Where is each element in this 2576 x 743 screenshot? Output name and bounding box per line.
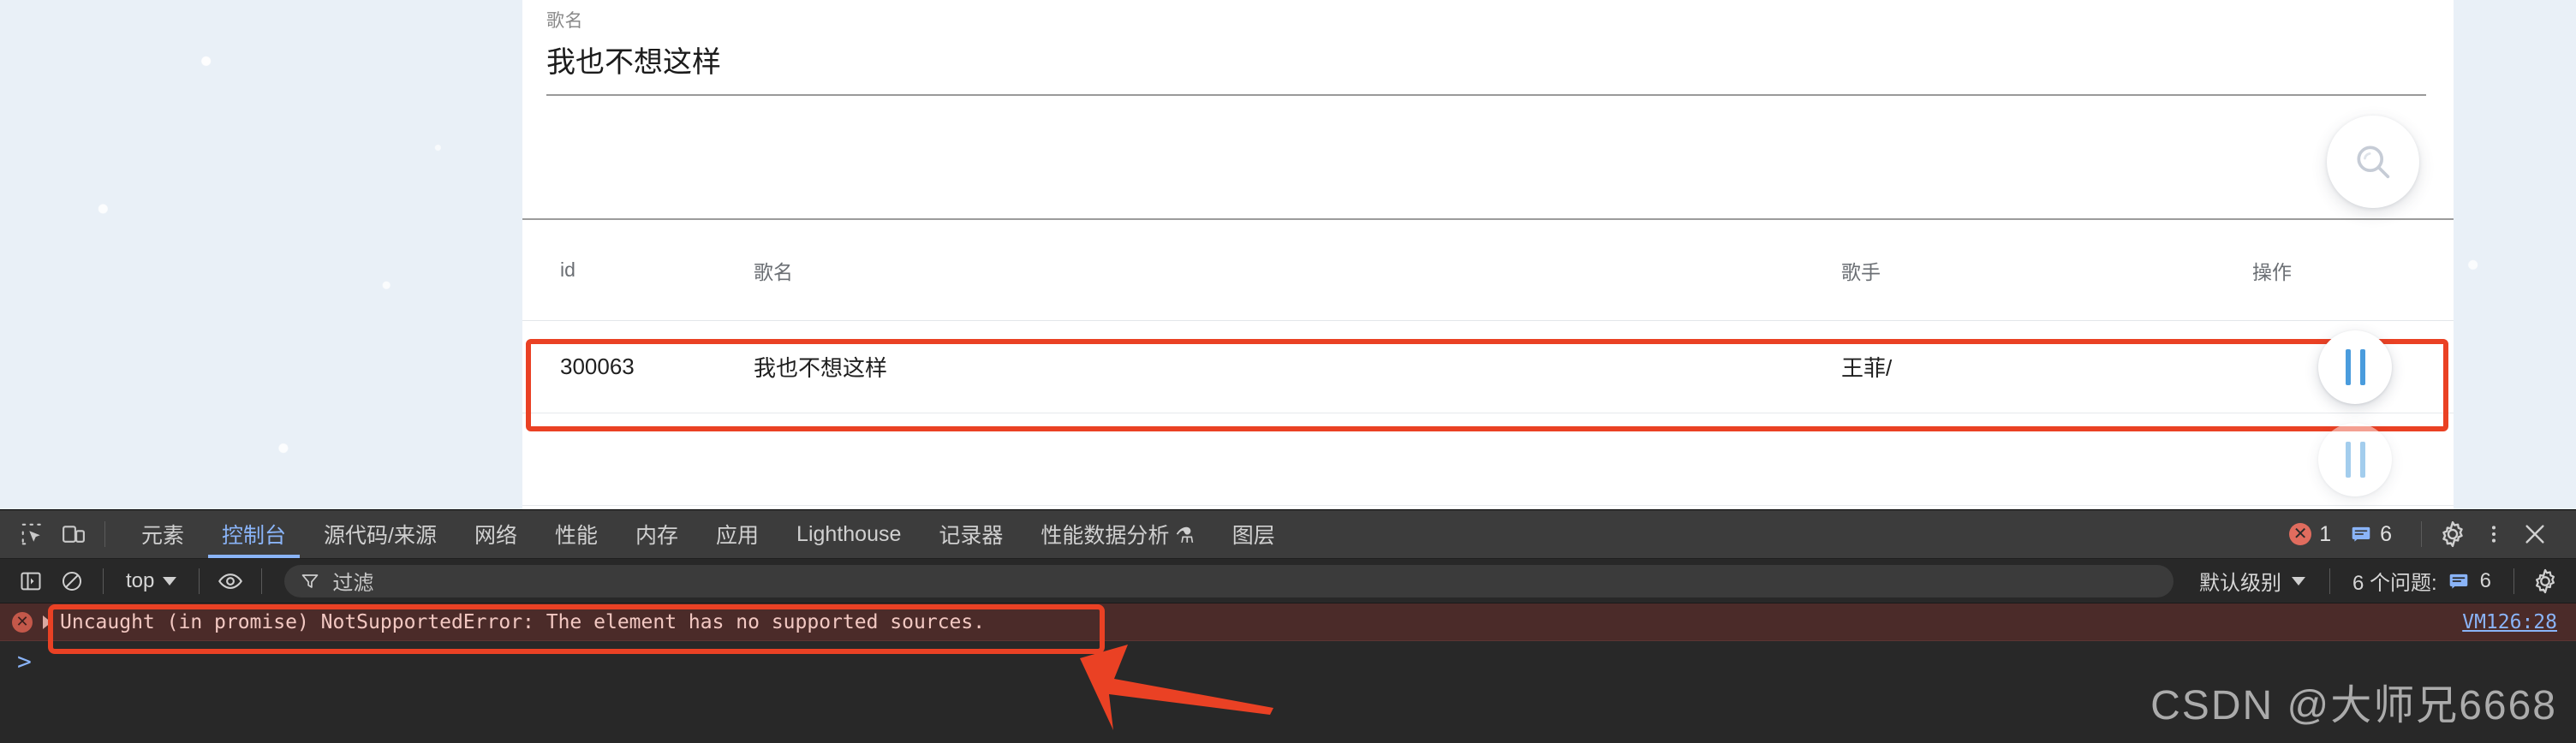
chevron-down-icon-2 [2291,576,2305,585]
console-filter-bar: top 过滤 默认级别 6 个问题: 6 [0,559,2576,603]
tab-network[interactable]: 网络 [456,510,536,558]
song-name-input[interactable]: 我也不想这样 [546,46,2430,94]
song-form: 歌名 我也不想这样 [522,0,2454,218]
search-icon [2357,146,2390,179]
filterbar-divider-1 [103,568,104,594]
tab-console[interactable]: 控制台 [203,510,305,558]
tab-elements[interactable]: 元素 [122,510,203,558]
filterbar-divider-5 [2513,568,2514,594]
log-level-selector[interactable]: 默认级别 [2185,566,2319,596]
pause-icon-bar-right-2 [2359,441,2365,478]
device-toolbar-icon [63,526,85,543]
song-name-label: 歌名 [546,11,583,31]
pause-icon-bar-left-2 [2345,441,2351,478]
inspect-element-icon [21,523,44,545]
cell-song: 我也不想这样 [754,355,888,381]
cell-id: 300063 [560,354,635,379]
clear-console-icon [62,571,82,591]
column-header-singer: 歌手 [1841,260,1881,283]
message-count-value: 6 [2380,521,2392,546]
console-error-entry[interactable]: ✕ Uncaught (in promise) NotSupportedErro… [0,603,2576,641]
console-sidebar-icon [21,572,41,590]
devtools-tabs: 元素 控制台 源代码/来源 网络 性能 内存 应用 Lighthouse 记录器… [122,510,1294,558]
error-icon: ✕ [2289,523,2312,545]
issues-summary[interactable]: 6 个问题: 6 [2340,566,2503,596]
message-icon [2352,526,2370,542]
device-toolbar-button[interactable] [53,515,94,553]
tab-application[interactable]: 应用 [697,510,778,558]
gear-icon-2 [2536,568,2555,593]
console-error-message: Uncaught (in promise) NotSupportedError:… [60,610,986,633]
tab-sources[interactable]: 源代码/来源 [305,510,456,558]
inspect-element-button[interactable] [12,515,53,553]
console-settings-button[interactable] [2525,562,2566,600]
column-header-id: id [560,259,575,281]
table-row-empty[interactable] [522,413,2454,506]
console-error-source-link[interactable]: VM126:28 [2462,611,2557,633]
tab-layers[interactable]: 图层 [1213,510,1294,558]
clear-console-button[interactable] [51,562,92,600]
app-card: 歌名 我也不想这样 id 歌名 歌手 操作 300063 我也不想这样 王菲/ [522,0,2454,509]
pause-button[interactable] [2318,330,2392,404]
filterbar-divider-2 [199,568,200,594]
toolbar-divider-2 [2421,521,2422,547]
search-button[interactable] [2327,116,2419,208]
live-expression-eye-icon [218,573,243,589]
pause-icon-bar-left [2345,348,2351,385]
more-options-icon [2491,526,2496,543]
filterbar-divider-3 [261,568,263,594]
execution-context-selector[interactable]: top [114,569,188,593]
gear-icon [2442,520,2463,548]
live-expression-button[interactable] [210,562,251,600]
devtools-panel: 元素 控制台 源代码/来源 网络 性能 内存 应用 Lighthouse 记录器… [0,509,2576,743]
tab-performance[interactable]: 性能 [536,510,617,558]
close-devtools-button[interactable] [2514,515,2555,553]
input-underline [546,94,2426,97]
toolbar-divider [104,521,105,547]
pause-icon-bar-right [2359,348,2365,385]
console-filter-placeholder: 过滤 [332,572,374,595]
console-prompt-caret: > [17,646,32,675]
cell-singer: 王菲/ [1841,355,1893,381]
execution-context-value: top [126,568,155,592]
more-options-button[interactable] [2473,515,2514,553]
expand-triangle-icon[interactable] [43,615,51,629]
watermark: CSDN @大师兄6668 [2150,683,2557,728]
column-header-action: 操作 [2252,260,2292,283]
table-header-row: id 歌名 歌手 操作 [522,220,2454,321]
chevron-down-icon [163,576,177,585]
tab-performance-insights[interactable]: 性能数据分析 ⚗ [1022,510,1213,558]
error-count-badge[interactable]: ✕ 1 [2289,522,2331,547]
table-row[interactable]: 300063 我也不想这样 王菲/ [522,321,2454,413]
toolbar-right-group: ✕ 1 6 [2289,515,2564,553]
filterbar-divider-4 [2329,568,2330,594]
console-filter-input[interactable]: 过滤 [284,564,2174,597]
filter-funnel-icon [302,574,319,588]
column-header-song: 歌名 [754,260,793,283]
tab-lighthouse[interactable]: Lighthouse [778,510,920,558]
console-sidebar-toggle[interactable] [10,562,51,600]
tab-memory[interactable]: 内存 [617,510,697,558]
log-level-value: 默认级别 [2198,572,2281,595]
message-count-badge[interactable]: 6 [2350,522,2392,547]
message-icon-2 [2449,574,2467,589]
song-table: id 歌名 歌手 操作 300063 我也不想这样 王菲/ [522,218,2454,509]
tab-recorder[interactable]: 记录器 [920,510,1022,558]
pause-button-partial[interactable] [2318,422,2392,496]
page-background: 歌名 我也不想这样 id 歌名 歌手 操作 300063 我也不想这样 王菲/ [0,0,2576,509]
error-count-value: 1 [2319,521,2332,546]
error-icon-2: ✕ [12,611,33,633]
settings-button[interactable] [2432,515,2473,553]
issues-count: 6 [2479,568,2491,592]
close-icon [2525,525,2544,544]
issues-label: 6 个问题: [2352,572,2437,595]
devtools-toolbar: 元素 控制台 源代码/来源 网络 性能 内存 应用 Lighthouse 记录器… [0,510,2576,559]
